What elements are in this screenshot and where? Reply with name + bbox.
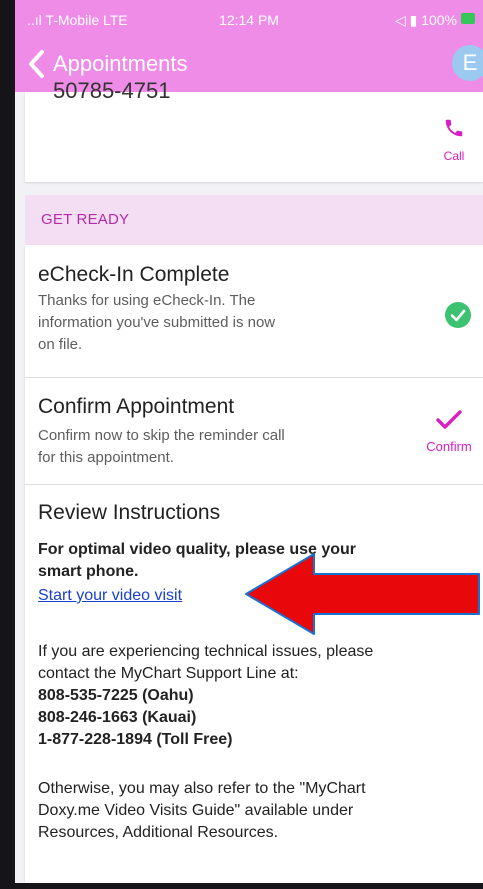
phone-toll-free: 1-877-228-1894 (Toll Free) xyxy=(38,731,233,748)
confirm-button-label: Confirm xyxy=(426,439,472,454)
echeckin-row[interactable]: eCheck-In Complete Thanks for using eChe… xyxy=(25,245,483,378)
call-button-label: Call xyxy=(443,149,465,163)
avatar[interactable]: E xyxy=(452,45,483,81)
call-button[interactable]: Call xyxy=(434,116,474,163)
checkmark-icon xyxy=(445,302,471,328)
confirm-appointment-row: Confirm Appointment Confirm now to skip … xyxy=(25,378,483,485)
support-text-line-2: contact the MyChart Support Line at: xyxy=(38,665,299,682)
battery-icon xyxy=(461,13,475,24)
guide-text-line-2: Doxy.me Video Visits Guide" available un… xyxy=(38,802,354,819)
guide-text-line-3: Resources, Additional Resources. xyxy=(38,824,279,841)
contact-card: 50785-4751 Call xyxy=(25,78,483,182)
confirm-appointment-line-2: for this appointment. xyxy=(38,449,174,466)
confirm-button[interactable]: Confirm xyxy=(415,408,483,454)
chevron-left-icon xyxy=(29,50,44,78)
phone-kauai: 808-246-1663 (Kauai) xyxy=(38,709,197,726)
echeckin-line-3: on file. xyxy=(38,336,83,353)
contact-detail-text: 50785-4751 xyxy=(53,78,171,103)
start-video-visit-link[interactable]: Start your video visit xyxy=(38,587,182,604)
section-title: GET READY xyxy=(41,211,130,228)
guide-text-line-1: Otherwise, you may also refer to the "My… xyxy=(38,780,366,797)
echeckin-line-1: Thanks for using eCheck-In. The xyxy=(38,292,256,309)
status-bar: ..ıl T-Mobile LTE 12:14 PM ◁ ▮ 100% xyxy=(15,0,483,34)
echeckin-line-2: information you've submitted is now xyxy=(38,314,276,331)
phone-oahu: 808-535-7225 (Oahu) xyxy=(38,687,194,704)
review-instructions-title: Review Instructions xyxy=(38,501,221,524)
confirm-appointment-title: Confirm Appointment xyxy=(38,395,235,418)
support-text-line-1: If you are experiencing technical issues… xyxy=(38,643,374,660)
red-arrow-pointer-icon xyxy=(245,553,480,635)
phone-icon xyxy=(445,119,463,137)
get-ready-section-header: GET READY xyxy=(25,195,483,245)
confirm-appointment-line-1: Confirm now to skip the reminder call xyxy=(38,427,285,444)
echeckin-title: eCheck-In Complete xyxy=(38,263,230,286)
back-button-label: Appointments xyxy=(53,51,188,76)
battery-status: ◁ ▮ 100% xyxy=(394,12,457,28)
phone-screen: ..ıl T-Mobile LTE 12:14 PM ◁ ▮ 100% Appo… xyxy=(15,0,483,883)
confirm-check-icon xyxy=(436,410,462,429)
